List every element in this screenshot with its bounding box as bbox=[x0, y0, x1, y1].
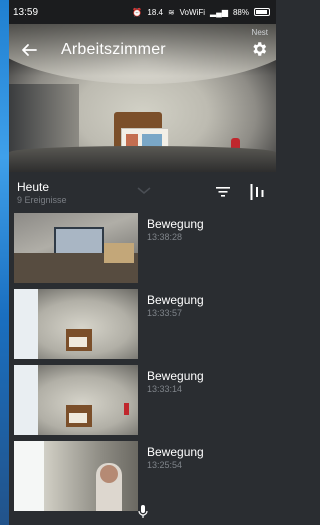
status-bar: 13:59 ⏰ 18.4 ≋ VoWiFi ▂▄▆ 88% bbox=[9, 0, 276, 24]
chevron-down-icon bbox=[137, 187, 151, 194]
gear-icon bbox=[253, 42, 267, 56]
event-time: 13:33:57 bbox=[147, 308, 183, 318]
day-label: Heute bbox=[17, 180, 50, 194]
event-thumbnail bbox=[14, 213, 138, 283]
event-row[interactable]: Bewegung 13:38:28 bbox=[9, 210, 276, 286]
event-thumbnail bbox=[14, 441, 138, 511]
event-list: Bewegung 13:38:28 Bewegung 13:33:57 Bewe… bbox=[9, 210, 276, 514]
event-type: Bewegung bbox=[147, 217, 204, 231]
event-type: Bewegung bbox=[147, 293, 204, 307]
back-arrow-icon bbox=[22, 44, 37, 56]
event-count: 9 Ereignisse bbox=[17, 195, 67, 205]
timeline-button[interactable] bbox=[247, 182, 267, 202]
event-type: Bewegung bbox=[147, 445, 204, 459]
settings-button[interactable] bbox=[248, 38, 270, 60]
microphone-icon bbox=[138, 505, 148, 518]
alarm-icon: ⏰ bbox=[132, 7, 143, 17]
signal-speed: 18.4 bbox=[147, 7, 163, 17]
network-label: VoWiFi bbox=[179, 7, 205, 17]
live-video-view[interactable]: Arbeitszimmer Nest bbox=[9, 24, 276, 172]
event-thumbnail bbox=[14, 289, 138, 359]
event-row[interactable]: Bewegung 13:33:57 bbox=[9, 286, 276, 362]
page-title: Arbeitszimmer bbox=[61, 41, 166, 58]
event-thumbnail bbox=[14, 365, 138, 435]
back-button[interactable] bbox=[17, 38, 41, 62]
cell-signal-icon: ▂▄▆ bbox=[210, 7, 228, 17]
event-time: 13:25:54 bbox=[147, 460, 183, 470]
screen-edge bbox=[0, 0, 9, 525]
filter-icon bbox=[216, 187, 230, 197]
battery-icon bbox=[254, 8, 270, 16]
event-time: 13:38:28 bbox=[147, 232, 183, 242]
event-row[interactable]: Bewegung 13:33:14 bbox=[9, 362, 276, 438]
event-time: 13:33:14 bbox=[147, 384, 183, 394]
collapse-button[interactable] bbox=[135, 182, 153, 200]
battery-percent: 88% bbox=[232, 7, 249, 17]
filter-button[interactable] bbox=[213, 182, 233, 202]
events-header: Heute 9 Ereignisse bbox=[9, 172, 276, 210]
talk-button[interactable] bbox=[134, 503, 152, 521]
status-time: 13:59 bbox=[13, 6, 39, 18]
event-type: Bewegung bbox=[147, 369, 204, 383]
wifi-icon: ≋ bbox=[167, 7, 175, 17]
device-label: Nest bbox=[251, 28, 268, 37]
camera-app: 13:59 ⏰ 18.4 ≋ VoWiFi ▂▄▆ 88% Arbeitszim… bbox=[9, 0, 276, 525]
status-icons: ⏰ 18.4 ≋ VoWiFi ▂▄▆ 88% bbox=[132, 8, 270, 17]
timeline-icon bbox=[250, 184, 264, 200]
scene-floor bbox=[9, 146, 276, 172]
